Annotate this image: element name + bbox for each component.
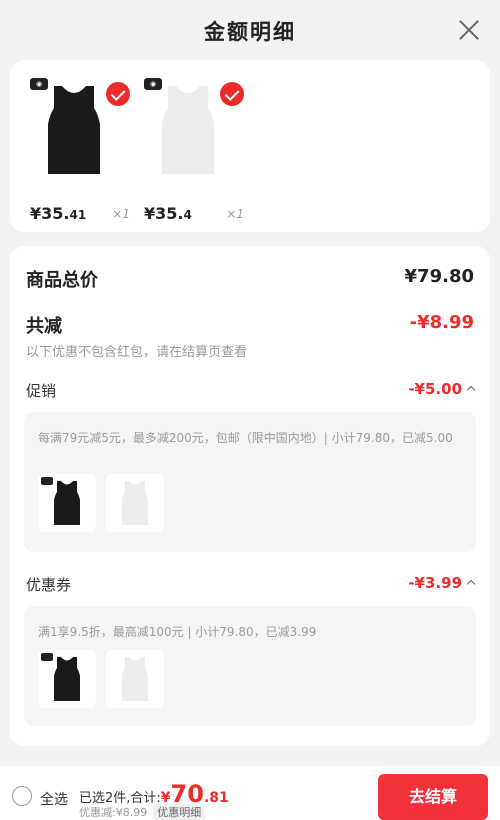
discount-detail-button[interactable]: 优惠明细	[153, 804, 206, 820]
amount-detail-card: 商品总价 ¥79.80 共减 -¥8.99 以下优惠不包含红包，请在结算页查看 …	[10, 246, 490, 746]
brand-logo-icon	[41, 477, 53, 485]
header: 金额明细	[0, 0, 500, 58]
chevron-up-icon	[466, 385, 476, 395]
promo-value: -¥5.00	[408, 380, 462, 398]
chevron-up-icon	[466, 579, 476, 589]
page-title: 金额明细	[204, 20, 296, 44]
product-thumbnail[interactable]: ◉	[140, 74, 244, 186]
brand-logo-icon: ◉	[144, 78, 162, 90]
promo-text: 每满79元减5元，最多减200元，包邮（限中国内地）| 小计79.80，已减5.…	[38, 431, 453, 445]
promo-product-thumb	[106, 474, 164, 532]
discount-line: 优惠减:¥8.99 优惠明细	[79, 804, 206, 820]
tank-top-image	[120, 656, 150, 702]
promo-product-thumb	[38, 474, 96, 532]
brand-logo-icon: ◉	[30, 78, 48, 90]
select-all-radio[interactable]	[12, 786, 32, 806]
coupon-toggle[interactable]: -¥3.99	[408, 574, 476, 592]
product-quantity: ×1	[226, 207, 244, 221]
product-quantity: ×1	[112, 207, 130, 221]
coupon-label: 优惠券	[26, 576, 72, 594]
coupon-detail-box: 满1享9.5折，最高减100元 | 小计79.80，已减3.99	[24, 606, 476, 726]
close-icon[interactable]	[458, 19, 480, 41]
footer-discount: 优惠减:¥8.99	[79, 806, 148, 819]
product-price-cents: 41	[69, 208, 87, 222]
checked-icon[interactable]	[106, 82, 130, 106]
product-price-row: ¥35.41 ×1	[30, 204, 140, 226]
tank-top-image	[120, 480, 150, 526]
tank-top-image	[52, 656, 82, 702]
product-thumbnail[interactable]: ◉	[26, 74, 130, 186]
checked-icon[interactable]	[220, 82, 244, 106]
checkout-button[interactable]: 去结算	[378, 774, 488, 820]
tank-top-image	[44, 84, 104, 176]
coupon-value: -¥3.99	[408, 574, 462, 592]
promo-toggle[interactable]: -¥5.00	[408, 380, 476, 398]
brand-logo-icon	[41, 653, 53, 661]
discount-note: 以下优惠不包含红包，请在结算页查看	[26, 345, 248, 360]
tank-top-image	[52, 480, 82, 526]
discount-label: 共减	[26, 316, 62, 337]
product-item[interactable]: ◉ ¥35.4 ×1	[140, 74, 250, 223]
product-price-row: ¥35.4 ×1	[144, 204, 254, 226]
promo-label: 促销	[26, 382, 57, 400]
coupon-product-thumb	[106, 650, 164, 708]
total-label: 商品总价	[26, 270, 98, 291]
selected-products-card: ◉ ¥35.41 ×1 ◉ ¥35.4 ×1	[10, 60, 490, 232]
total-decimal: .81	[203, 790, 229, 806]
promo-detail-box: 每满79元减5元，最多减200元，包邮（限中国内地）| 小计79.80，已减5.…	[24, 412, 476, 552]
product-price: ¥35.	[30, 204, 70, 223]
discount-value: -¥8.99	[409, 312, 474, 333]
coupon-text: 满1享9.5折，最高减100元 | 小计79.80，已减3.99	[38, 625, 317, 639]
product-price-cents: 4	[183, 208, 192, 222]
select-all-label[interactable]: 全选	[40, 789, 68, 809]
product-price: ¥35.	[144, 204, 184, 223]
product-item[interactable]: ◉ ¥35.41 ×1	[26, 74, 136, 223]
tank-top-image	[158, 84, 218, 176]
coupon-product-thumb	[38, 650, 96, 708]
total-value: ¥79.80	[404, 266, 474, 287]
checkout-bar: 全选 已选2件,合计:¥70.81 优惠减:¥8.99 优惠明细 去结算	[0, 766, 500, 820]
